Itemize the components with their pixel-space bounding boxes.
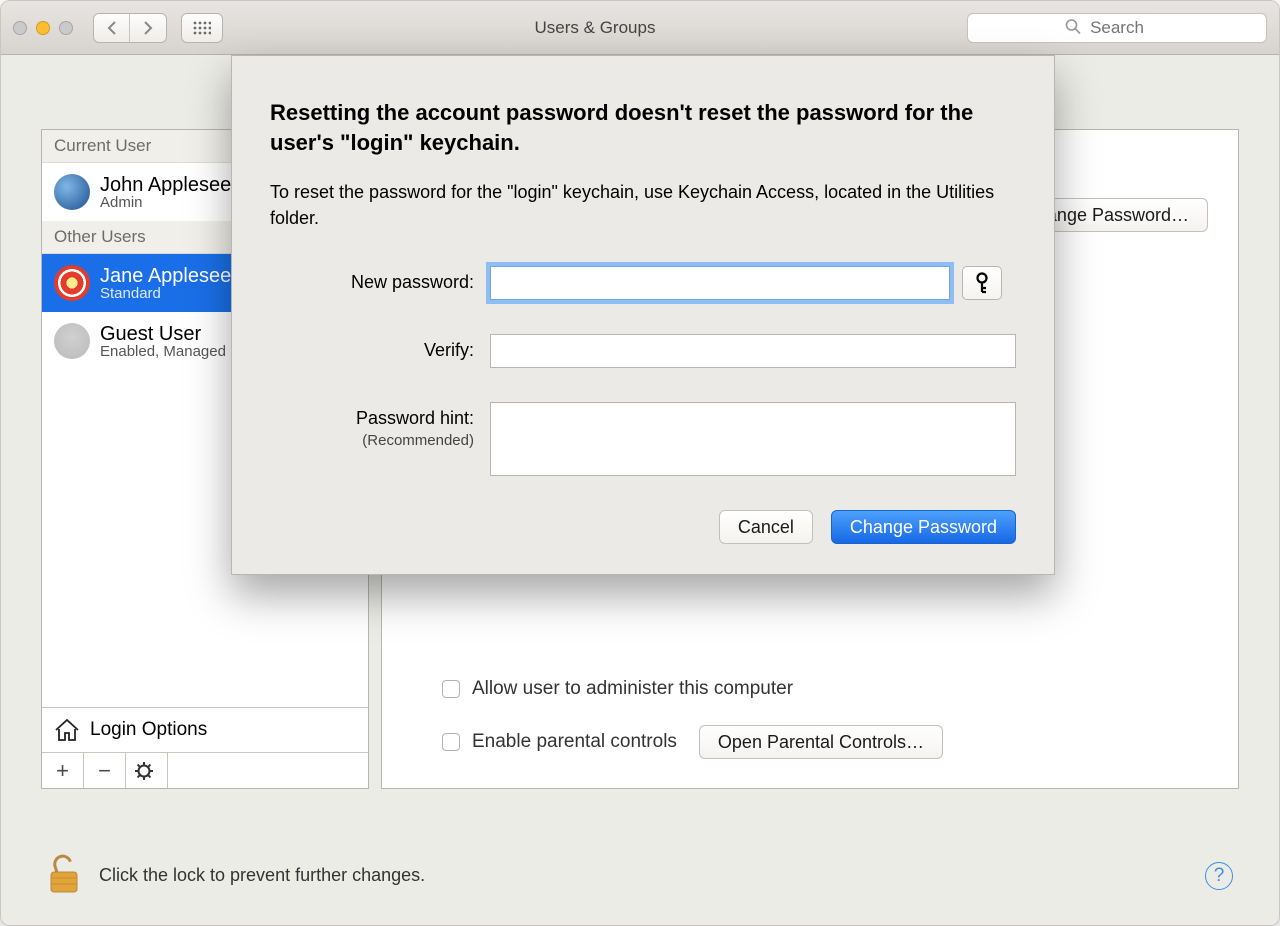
traffic-lights [13, 21, 73, 35]
password-assistant-button[interactable] [962, 266, 1002, 300]
new-password-input[interactable] [490, 266, 950, 300]
show-all-button[interactable] [181, 13, 223, 43]
search-field-wrap [967, 13, 1267, 43]
parental-checkbox[interactable] [442, 733, 460, 751]
lock-text: Click the lock to prevent further change… [99, 865, 425, 886]
verify-row: Verify: [270, 334, 1016, 368]
login-options-label: Login Options [90, 719, 207, 741]
window-toolbar: Users & Groups [1, 1, 1279, 55]
sheet-heading: Resetting the account password doesn't r… [270, 98, 1016, 157]
key-icon [973, 272, 991, 294]
close-window-button[interactable] [13, 21, 27, 35]
sheet-description: To reset the password for the "login" ke… [270, 179, 1016, 231]
sidebar-action-menu[interactable] [126, 753, 168, 788]
nav-segment [93, 13, 167, 43]
sidebar-tools-spacer [168, 753, 368, 788]
login-options-row[interactable]: Login Options [42, 707, 368, 752]
house-icon [54, 718, 80, 742]
avatar [54, 174, 90, 210]
hint-row: Password hint: (Recommended) [270, 402, 1016, 476]
user-name: Guest User [100, 324, 226, 344]
new-password-label: New password: [351, 272, 474, 292]
search-input[interactable] [967, 13, 1267, 43]
avatar [54, 265, 90, 301]
help-button[interactable]: ? [1205, 862, 1233, 890]
user-role: Standard [100, 286, 242, 301]
sidebar-tools: + − [42, 752, 368, 788]
minimize-window-button[interactable] [36, 21, 50, 35]
cancel-button[interactable]: Cancel [719, 510, 813, 544]
new-password-row: New password: [270, 266, 1016, 300]
user-role: Admin [100, 195, 242, 210]
lock-row: Click the lock to prevent further change… [47, 852, 1233, 899]
user-name: John Appleseed [100, 175, 242, 195]
allow-admin-checkbox[interactable] [442, 680, 460, 698]
remove-user-button[interactable]: − [84, 753, 126, 788]
parental-row: Enable parental controls Open Parental C… [442, 725, 1208, 759]
reset-password-sheet: Resetting the account password doesn't r… [231, 55, 1055, 575]
sheet-footer: Cancel Change Password [270, 510, 1016, 544]
back-button[interactable] [94, 14, 130, 42]
verify-input[interactable] [490, 334, 1016, 368]
avatar [54, 323, 90, 359]
allow-admin-row: Allow user to administer this computer [442, 678, 1208, 700]
parental-label: Enable parental controls [472, 731, 677, 753]
window-title: Users & Groups [237, 18, 953, 38]
preferences-window: Users & Groups Change Password… Allow us… [0, 0, 1280, 926]
zoom-window-button[interactable] [59, 21, 73, 35]
user-role: Enabled, Managed [100, 344, 226, 359]
change-password-button[interactable]: Change Password [831, 510, 1016, 544]
forward-button[interactable] [130, 14, 166, 42]
hint-label: Password hint: [356, 408, 474, 428]
verify-label: Verify: [424, 340, 474, 360]
open-parental-controls-button[interactable]: Open Parental Controls… [699, 725, 943, 759]
search-icon [1065, 18, 1081, 37]
lock-icon[interactable] [47, 852, 81, 899]
allow-admin-label: Allow user to administer this computer [472, 678, 793, 700]
hint-input[interactable] [490, 402, 1016, 476]
hint-sublabel: (Recommended) [362, 432, 474, 449]
add-user-button[interactable]: + [42, 753, 84, 788]
user-name: Jane Appleseed [100, 266, 242, 286]
